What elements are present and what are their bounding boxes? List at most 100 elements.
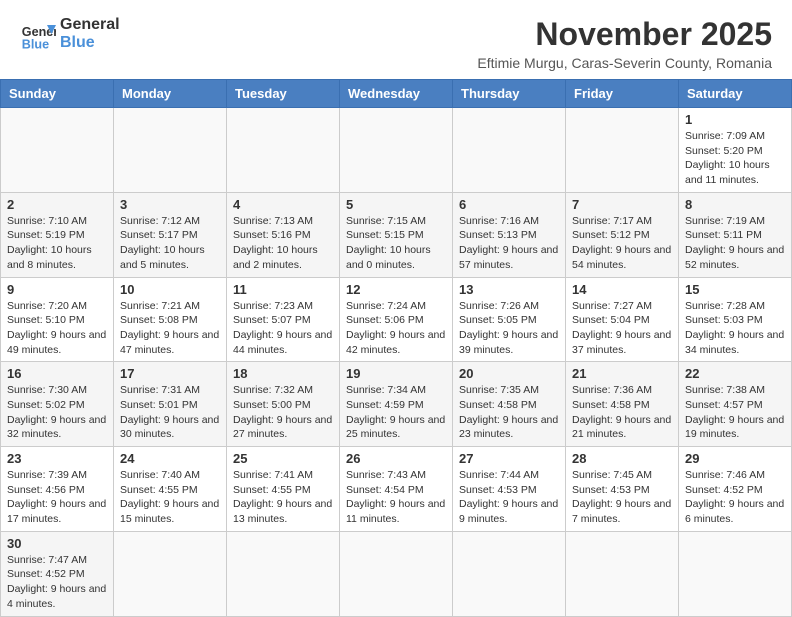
day-number: 17: [120, 366, 220, 381]
day-header-thursday: Thursday: [453, 80, 566, 108]
day-number: 11: [233, 282, 333, 297]
calendar-cell: 27 Sunrise: 7:44 AM Sunset: 4:53 PM Dayli…: [453, 447, 566, 532]
calendar-cell: 19Sunrise: 7:34 AM Sunset: 4:59 PM Dayli…: [340, 362, 453, 447]
day-info: Sunrise: 7:20 AM Sunset: 5:10 PM Dayligh…: [7, 299, 107, 358]
calendar-header-row: SundayMondayTuesdayWednesdayThursdayFrid…: [1, 80, 792, 108]
calendar-cell: [1, 108, 114, 193]
day-number: 3: [120, 197, 220, 212]
day-info: Sunrise: 7:36 AM Sunset: 4:58 PM Dayligh…: [572, 383, 672, 442]
day-info: Sunrise: 7:24 AM Sunset: 5:06 PM Dayligh…: [346, 299, 446, 358]
day-number: 16: [7, 366, 107, 381]
day-header-monday: Monday: [114, 80, 227, 108]
day-number: 15: [685, 282, 785, 297]
day-info: Sunrise: 7:44 AM Sunset: 4:53 PM Dayligh…: [459, 468, 559, 527]
calendar-cell: [453, 108, 566, 193]
calendar-cell: [340, 108, 453, 193]
day-number: 28: [572, 451, 672, 466]
day-info: Sunrise: 7:13 AM Sunset: 5:16 PM Dayligh…: [233, 214, 333, 273]
day-number: 9: [7, 282, 107, 297]
calendar-cell: [227, 531, 340, 616]
day-number: 8: [685, 197, 785, 212]
calendar-cell: [114, 531, 227, 616]
calendar-cell: 21Sunrise: 7:36 AM Sunset: 4:58 PM Dayli…: [566, 362, 679, 447]
svg-text:Blue: Blue: [22, 37, 49, 51]
day-number: 22: [685, 366, 785, 381]
calendar-cell: 6 Sunrise: 7:16 AM Sunset: 5:13 PM Daylig…: [453, 192, 566, 277]
calendar-cell: 14 Sunrise: 7:27 AM Sunset: 5:04 PM Dayli…: [566, 277, 679, 362]
day-info: Sunrise: 7:30 AM Sunset: 5:02 PM Dayligh…: [7, 383, 107, 442]
calendar-cell: 11 Sunrise: 7:23 AM Sunset: 5:07 PM Dayli…: [227, 277, 340, 362]
day-info: Sunrise: 7:34 AM Sunset: 4:59 PM Dayligh…: [346, 383, 446, 442]
calendar-table: SundayMondayTuesdayWednesdayThursdayFrid…: [0, 79, 792, 617]
calendar-cell: 3Sunrise: 7:12 AM Sunset: 5:17 PM Daylig…: [114, 192, 227, 277]
calendar-cell: 29 Sunrise: 7:46 AM Sunset: 4:52 PM Dayli…: [679, 447, 792, 532]
day-number: 27: [459, 451, 559, 466]
calendar-cell: [114, 108, 227, 193]
day-number: 12: [346, 282, 446, 297]
day-number: 2: [7, 197, 107, 212]
day-info: Sunrise: 7:15 AM Sunset: 5:15 PM Dayligh…: [346, 214, 446, 273]
calendar-cell: 10Sunrise: 7:21 AM Sunset: 5:08 PM Dayli…: [114, 277, 227, 362]
calendar-cell: 16 Sunrise: 7:30 AM Sunset: 5:02 PM Dayli…: [1, 362, 114, 447]
day-info: Sunrise: 7:19 AM Sunset: 5:11 PM Dayligh…: [685, 214, 785, 273]
calendar-cell: 15 Sunrise: 7:28 AM Sunset: 5:03 PM Dayli…: [679, 277, 792, 362]
day-number: 23: [7, 451, 107, 466]
day-info: Sunrise: 7:38 AM Sunset: 4:57 PM Dayligh…: [685, 383, 785, 442]
day-number: 1: [685, 112, 785, 127]
logo-general: General: [60, 16, 120, 34]
day-info: Sunrise: 7:23 AM Sunset: 5:07 PM Dayligh…: [233, 299, 333, 358]
calendar-cell: [227, 108, 340, 193]
calendar-cell: 30Sunrise: 7:47 AM Sunset: 4:52 PM Dayli…: [1, 531, 114, 616]
calendar-cell: 23 Sunrise: 7:39 AM Sunset: 4:56 PM Dayli…: [1, 447, 114, 532]
calendar-week-row: 2Sunrise: 7:10 AM Sunset: 5:19 PM Daylig…: [1, 192, 792, 277]
day-number: 10: [120, 282, 220, 297]
calendar-week-row: 30Sunrise: 7:47 AM Sunset: 4:52 PM Dayli…: [1, 531, 792, 616]
logo-blue: Blue: [60, 34, 120, 52]
day-info: Sunrise: 7:32 AM Sunset: 5:00 PM Dayligh…: [233, 383, 333, 442]
day-number: 14: [572, 282, 672, 297]
subtitle: Eftimie Murgu, Caras-Severin County, Rom…: [477, 55, 772, 71]
day-info: Sunrise: 7:46 AM Sunset: 4:52 PM Dayligh…: [685, 468, 785, 527]
day-info: Sunrise: 7:27 AM Sunset: 5:04 PM Dayligh…: [572, 299, 672, 358]
calendar-cell: 5 Sunrise: 7:15 AM Sunset: 5:15 PM Daylig…: [340, 192, 453, 277]
calendar-cell: [566, 108, 679, 193]
day-number: 13: [459, 282, 559, 297]
day-number: 6: [459, 197, 559, 212]
day-number: 29: [685, 451, 785, 466]
calendar-cell: 28 Sunrise: 7:45 AM Sunset: 4:53 PM Dayli…: [566, 447, 679, 532]
day-info: Sunrise: 7:26 AM Sunset: 5:05 PM Dayligh…: [459, 299, 559, 358]
day-info: Sunrise: 7:39 AM Sunset: 4:56 PM Dayligh…: [7, 468, 107, 527]
page-header: General Blue General Blue November 2025 …: [0, 0, 792, 79]
calendar-cell: [679, 531, 792, 616]
calendar-cell: 4 Sunrise: 7:13 AM Sunset: 5:16 PM Daylig…: [227, 192, 340, 277]
day-info: Sunrise: 7:40 AM Sunset: 4:55 PM Dayligh…: [120, 468, 220, 527]
calendar-cell: [340, 531, 453, 616]
calendar-cell: 8 Sunrise: 7:19 AM Sunset: 5:11 PM Daylig…: [679, 192, 792, 277]
day-number: 20: [459, 366, 559, 381]
day-number: 4: [233, 197, 333, 212]
calendar-week-row: 9 Sunrise: 7:20 AM Sunset: 5:10 PM Daylig…: [1, 277, 792, 362]
day-number: 5: [346, 197, 446, 212]
day-header-sunday: Sunday: [1, 80, 114, 108]
day-header-tuesday: Tuesday: [227, 80, 340, 108]
calendar-cell: [453, 531, 566, 616]
calendar-cell: 24 Sunrise: 7:40 AM Sunset: 4:55 PM Dayli…: [114, 447, 227, 532]
day-header-wednesday: Wednesday: [340, 80, 453, 108]
day-number: 25: [233, 451, 333, 466]
day-info: Sunrise: 7:28 AM Sunset: 5:03 PM Dayligh…: [685, 299, 785, 358]
day-info: Sunrise: 7:45 AM Sunset: 4:53 PM Dayligh…: [572, 468, 672, 527]
day-number: 24: [120, 451, 220, 466]
calendar-cell: 2Sunrise: 7:10 AM Sunset: 5:19 PM Daylig…: [1, 192, 114, 277]
calendar-week-row: 23 Sunrise: 7:39 AM Sunset: 4:56 PM Dayli…: [1, 447, 792, 532]
day-info: Sunrise: 7:09 AM Sunset: 5:20 PM Dayligh…: [685, 129, 785, 188]
day-number: 18: [233, 366, 333, 381]
calendar-cell: 7Sunrise: 7:17 AM Sunset: 5:12 PM Daylig…: [566, 192, 679, 277]
calendar-cell: 17Sunrise: 7:31 AM Sunset: 5:01 PM Dayli…: [114, 362, 227, 447]
day-info: Sunrise: 7:41 AM Sunset: 4:55 PM Dayligh…: [233, 468, 333, 527]
calendar-week-row: 1 Sunrise: 7:09 AM Sunset: 5:20 PM Daylig…: [1, 108, 792, 193]
calendar-cell: 12 Sunrise: 7:24 AM Sunset: 5:06 PM Dayli…: [340, 277, 453, 362]
day-info: Sunrise: 7:16 AM Sunset: 5:13 PM Dayligh…: [459, 214, 559, 273]
day-number: 7: [572, 197, 672, 212]
day-number: 26: [346, 451, 446, 466]
calendar-week-row: 16 Sunrise: 7:30 AM Sunset: 5:02 PM Dayli…: [1, 362, 792, 447]
